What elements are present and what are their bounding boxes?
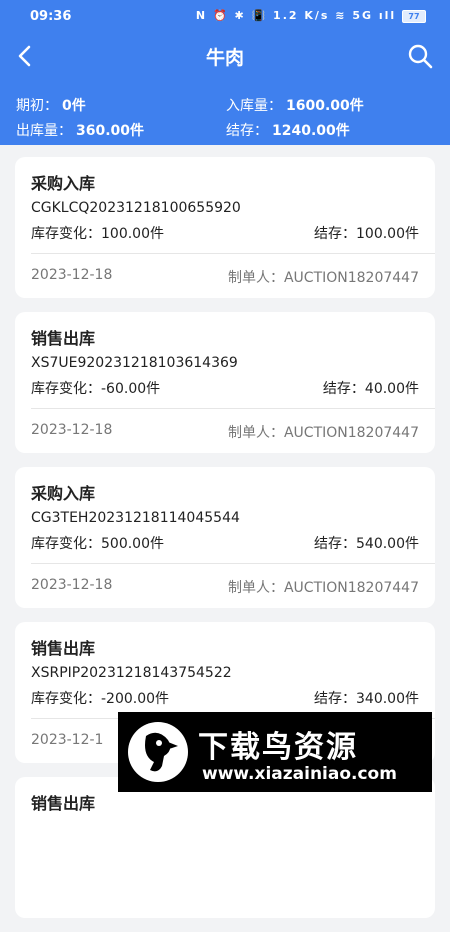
balance-label: 结存： [226,123,268,139]
record-balance: 结存：340.00件 [314,691,419,707]
search-button[interactable] [404,40,436,72]
card-divider [31,563,435,564]
record-list: 采购入库 CGKLCQ20231218100655920 库存变化：100.00… [15,157,435,932]
record-stock-change: 库存变化：500.00件 [31,536,164,552]
record-type: 采购入库 [31,484,96,503]
record-order-number: XS7UE920231218103614369 [31,355,238,371]
opening-label: 期初： [16,98,58,114]
record-maker: 制单人：AUCTION18207447 [227,425,419,441]
app-header: 09:36 N ⏰ ✱ 📳 1.2 K/s ≋ 5G ıll 77 牛肉 期初：… [0,0,450,145]
outbound-value: 360.00件 [76,123,145,139]
record-date: 2023-12-1 [31,732,104,748]
record-card[interactable]: 销售出库 XS7UE920231218103614369 库存变化：-60.00… [15,312,435,453]
record-type: 采购入库 [31,174,96,193]
record-order-number: XSRPIP20231218143754522 [31,665,232,681]
status-indicators: N ⏰ ✱ 📳 1.2 K/s ≋ 5G ıll 77 [196,9,426,23]
search-icon [408,44,433,69]
card-divider [31,408,435,409]
inbound-value: 1600.00件 [286,98,364,114]
record-stock-change: 库存变化：-60.00件 [31,381,161,397]
watermark-url: www.xiazainiao.com [202,764,397,784]
balance-value: 1240.00件 [272,123,350,139]
record-type: 销售出库 [31,794,96,813]
record-balance: 结存：540.00件 [314,536,419,552]
navbar: 牛肉 [0,36,450,76]
summary-row-2: 出库量： 360.00件 结存： 1240.00件 [0,117,450,142]
opening-value: 0件 [62,98,86,114]
inbound-total: 入库量： 1600.00件 [226,95,364,115]
card-divider [31,253,435,254]
record-balance: 结存：40.00件 [322,381,419,397]
record-date: 2023-12-18 [31,267,113,283]
status-icons: N ⏰ ✱ 📳 1.2 K/s ≋ 5G ıll [195,9,397,22]
record-stock-change: 库存变化：100.00件 [31,226,164,242]
record-type: 销售出库 [31,639,96,658]
stock-summary: 期初： 0件 入库量： 1600.00件 出库量： 360.00件 结存： 1240.0… [0,92,450,142]
page-title: 牛肉 [205,47,244,69]
battery-icon: 77 [402,9,426,23]
inbound-label: 入库量： [226,98,282,114]
record-maker: 制单人：AUCTION18207447 [227,580,419,596]
summary-row-1: 期初： 0件 入库量： 1600.00件 [0,92,450,117]
record-date: 2023-12-18 [31,577,113,593]
watermark-name: 下载鸟资源 [198,730,358,765]
record-order-number: CG3TEH20231218114045544 [31,510,240,526]
bird-logo-shape [145,732,178,772]
record-order-number: CGKLCQ20231218100655920 [31,200,241,216]
record-type: 销售出库 [31,329,96,348]
opening-stock: 期初： 0件 [16,95,86,115]
outbound-total: 出库量： 360.00件 [16,120,144,140]
record-maker: 制单人：AUCTION18207447 [227,270,419,286]
watermark-banner: 下载鸟资源 www.xiazainiao.com [118,712,432,792]
record-card[interactable]: 采购入库 CGKLCQ20231218100655920 库存变化：100.00… [15,157,435,298]
outbound-label: 出库量： [16,123,72,139]
record-balance: 结存：100.00件 [314,226,419,242]
status-bar: 09:36 N ⏰ ✱ 📳 1.2 K/s ≋ 5G ıll 77 [0,0,450,34]
balance-total: 结存： 1240.00件 [226,120,350,140]
record-card[interactable]: 销售出库 [15,777,435,918]
record-date: 2023-12-18 [31,422,113,438]
record-stock-change: 库存变化：-200.00件 [31,691,170,707]
status-time: 09:36 [30,9,72,24]
record-card[interactable]: 采购入库 CG3TEH20231218114045544 库存变化：500.00… [15,467,435,608]
bird-logo-icon [128,722,188,782]
